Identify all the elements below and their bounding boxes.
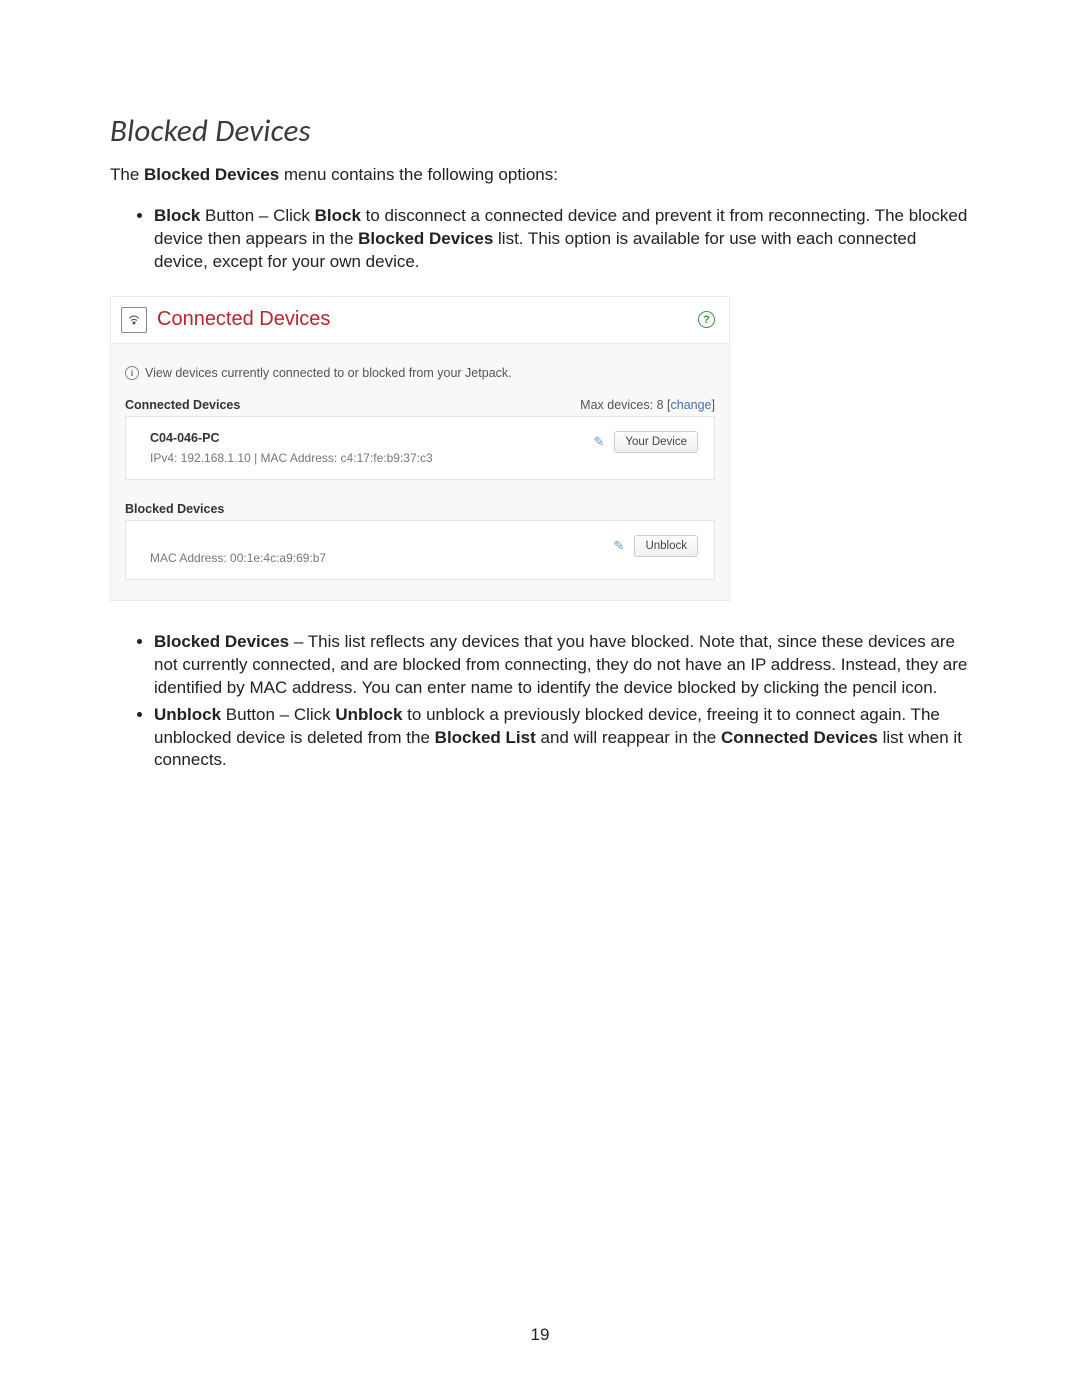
blocked-device-card: MAC Address: 00:1e:4c:a9:69:b7 ✎ Unblock [125,520,715,580]
your-device-badge: Your Device [614,431,698,453]
bold-text: Unblock [154,705,221,724]
page-number: 19 [0,1325,1080,1345]
info-line: i View devices currently connected to or… [125,366,715,380]
bold-text: Block [315,206,361,225]
info-icon: i [125,366,139,380]
bullet-list-top: Block Button – Click Block to disconnect… [110,205,970,274]
blocked-device-details: MAC Address: 00:1e:4c:a9:69:b7 [150,551,326,565]
max-prefix: Max devices: [580,398,656,412]
wifi-icon [121,307,147,333]
bullet-item: Unblock Button – Click Unblock to unbloc… [154,704,970,773]
help-icon[interactable]: ? [698,311,715,328]
bold-text: Blocked Devices [358,229,493,248]
bold-text: Connected Devices [721,728,878,747]
max-devices-text: Max devices: 8 [change] [580,398,715,412]
bullet-item: Block Button – Click Block to disconnect… [154,205,970,274]
max-close-bracket: ] [712,398,715,412]
section-heading: Blocked Devices [110,112,970,150]
text: and will reappear in the [536,728,721,747]
blocked-header-row: Blocked Devices [125,502,715,516]
unblock-button[interactable]: Unblock [634,535,698,557]
text: Button – Click [200,206,314,225]
connected-header-row: Connected Devices Max devices: 8 [change… [125,398,715,412]
bullet-item: Blocked Devices – This list reflects any… [154,631,970,700]
device-details: IPv4: 192.168.1.10 | MAC Address: c4:17:… [150,451,433,465]
panel-body: i View devices currently connected to or… [111,344,729,600]
blocked-devices-label: Blocked Devices [125,502,224,516]
text: Button – Click [221,705,335,724]
connected-device-card: C04-046-PC IPv4: 192.168.1.10 | MAC Addr… [125,416,715,480]
panel-title: Connected Devices [157,308,698,331]
bullet-list-bottom: Blocked Devices – This list reflects any… [110,631,970,773]
device-name: C04-046-PC [150,431,433,445]
intro-post: menu contains the following options: [279,165,558,184]
max-value: 8 [657,398,664,412]
bold-text: Blocked List [435,728,536,747]
info-text: View devices currently connected to or b… [145,366,512,380]
bold-text: Block [154,206,200,225]
panel-header: Connected Devices ? [111,297,729,344]
intro-bold: Blocked Devices [144,165,279,184]
bold-text: Blocked Devices [154,632,289,651]
connected-devices-panel: Connected Devices ? i View devices curre… [110,296,730,601]
connected-devices-label: Connected Devices [125,398,240,412]
intro-paragraph: The Blocked Devices menu contains the fo… [110,164,970,187]
intro-pre: The [110,165,144,184]
pencil-icon[interactable]: ✎ [594,434,605,450]
bold-text: Unblock [335,705,402,724]
change-link[interactable]: change [671,398,712,412]
pencil-icon[interactable]: ✎ [614,538,625,554]
